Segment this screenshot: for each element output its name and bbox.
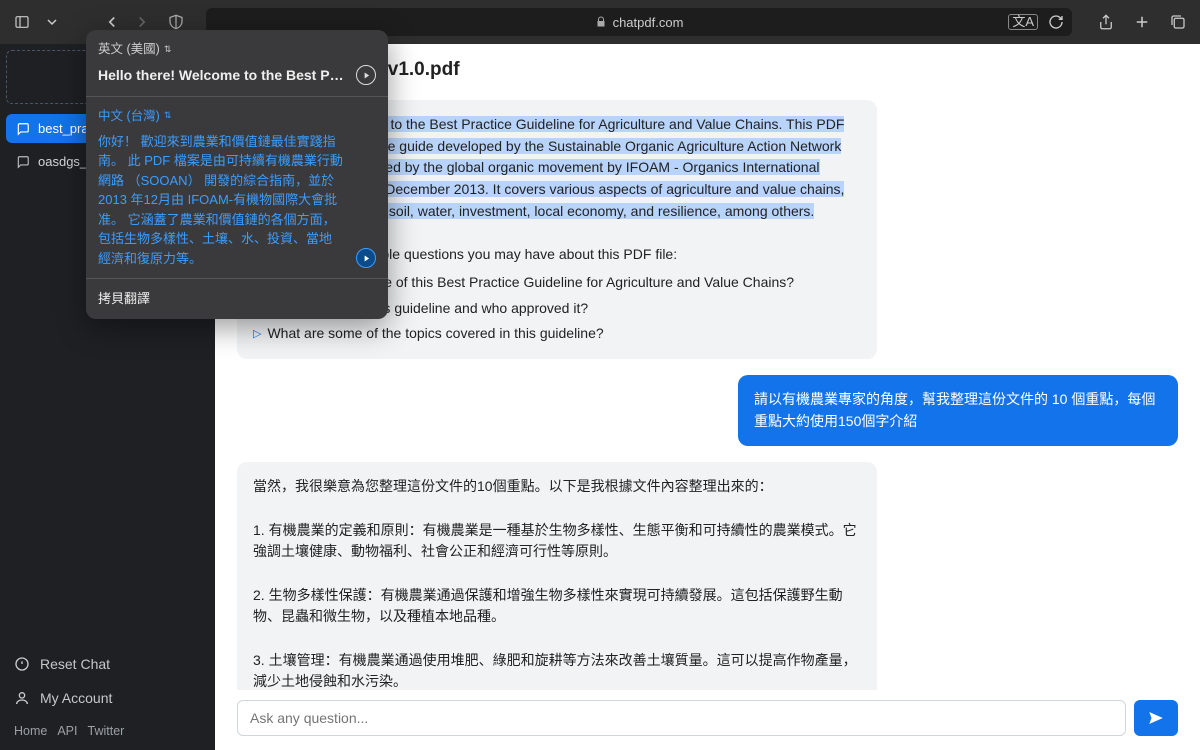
reload-icon[interactable]: [1048, 14, 1064, 30]
new-tab-icon[interactable]: [1132, 12, 1152, 32]
my-account-label: My Account: [40, 690, 112, 706]
source-language-label: 英文 (美國): [98, 40, 160, 59]
file-name: oasdgs_: [38, 154, 87, 169]
triangle-icon: ▷: [253, 326, 261, 343]
updown-icon: ⇅: [164, 109, 172, 123]
user-message: 請以有機農業專家的角度，幫我整理這份文件的 10 個重點，每個重點大約使用150…: [738, 375, 1178, 446]
copy-translation-button[interactable]: 拷貝翻譯: [86, 279, 388, 319]
assistant-message: 當然，我很樂意為您整理這份文件的10個重點。以下是我根據文件內容整理出來的： 1…: [237, 462, 877, 690]
updown-icon: ⇅: [164, 43, 172, 57]
nav-forward-icon: [132, 12, 152, 32]
point-3: 3. 土壤管理：有機農業通過使用堆肥、綠肥和旋耕等方法來改善土壤質量。這可以提高…: [253, 652, 857, 690]
footer-links: Home API Twitter: [14, 724, 201, 738]
translate-icon[interactable]: ⁠文A: [1008, 14, 1038, 30]
example-question[interactable]: ▷ What are some of the topics covered in …: [253, 323, 861, 345]
chat-icon: [16, 155, 30, 169]
source-text: Hello there! Welcome to the Best Practic…: [98, 65, 348, 86]
play-icon: [362, 254, 371, 263]
target-language-select[interactable]: 中文 (台灣) ⇅: [98, 107, 376, 126]
shield-icon[interactable]: [166, 12, 186, 32]
user-text: 請以有機農業專家的角度，幫我整理這份文件的 10 個重點，每個重點大約使用150…: [754, 391, 1155, 429]
target-language-label: 中文 (台灣): [98, 107, 160, 126]
file-name: best_pra: [38, 121, 89, 136]
send-button[interactable]: [1134, 700, 1178, 736]
footer-home[interactable]: Home: [14, 724, 47, 738]
chat-input[interactable]: [237, 700, 1126, 736]
chat-input-bar: [215, 690, 1200, 750]
play-icon: [362, 71, 371, 80]
send-icon: [1147, 709, 1165, 727]
lock-icon: [595, 16, 607, 28]
play-translation-button[interactable]: [356, 248, 376, 268]
point-1: 1. 有機農業的定義和原則：有機農業是一種基於生物多樣性、生態平衡和可持續性的農…: [253, 522, 857, 560]
reset-chat-button[interactable]: Reset Chat: [14, 656, 201, 672]
sidebar-toggle-icon[interactable]: [12, 12, 32, 32]
reset-icon: [14, 656, 30, 672]
share-icon[interactable]: [1096, 12, 1116, 32]
user-icon: [14, 690, 30, 706]
footer-twitter[interactable]: Twitter: [88, 724, 125, 738]
footer-api[interactable]: API: [57, 724, 77, 738]
assistant-intro2: 當然，我很樂意為您整理這份文件的10個重點。以下是我根據文件內容整理出來的：: [253, 478, 773, 494]
chevron-down-icon[interactable]: [42, 12, 62, 32]
address-domain: chatpdf.com: [613, 15, 684, 30]
nav-back-icon[interactable]: [102, 12, 122, 32]
copy-translation-label: 拷貝翻譯: [98, 291, 150, 306]
point-2: 2. 生物多樣性保護：有機農業通過保護和增強生物多樣性來實現可持續發展。這包括保…: [253, 587, 843, 625]
translate-popup: 英文 (美國) ⇅ Hello there! Welcome to the Be…: [86, 30, 388, 319]
chat-icon: [16, 122, 30, 136]
question-text: What are some of the topics covered in t…: [267, 323, 603, 345]
my-account-button[interactable]: My Account: [14, 690, 201, 706]
tabs-icon[interactable]: [1168, 12, 1188, 32]
reset-chat-label: Reset Chat: [40, 656, 110, 672]
translated-text: 你好！ 歡迎來到農業和價值鏈最佳實踐指南。 此 PDF 檔案是由可持續有機農業行…: [98, 132, 348, 269]
source-language-select[interactable]: 英文 (美國) ⇅: [98, 40, 376, 59]
play-source-button[interactable]: [356, 65, 376, 85]
